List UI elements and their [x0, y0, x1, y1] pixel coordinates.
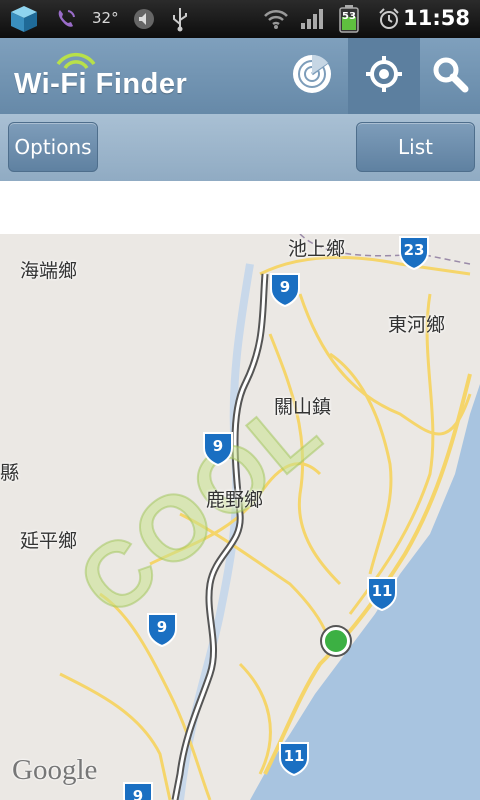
- status-bar: 32° 53 11:58: [0, 0, 480, 38]
- signal-icon: [298, 6, 326, 32]
- place-haiduan: 海端鄉: [20, 260, 78, 282]
- clock: 11:58: [403, 6, 470, 30]
- options-button[interactable]: Options: [8, 122, 98, 172]
- route-shield-11: 11: [276, 740, 312, 776]
- battery-level: 53: [342, 11, 356, 22]
- search-button[interactable]: [420, 38, 480, 114]
- place-yanping: 延平鄉: [20, 530, 78, 552]
- volume-icon: [130, 6, 158, 32]
- route-label: 9: [156, 618, 168, 636]
- place-guanshan: 關山鎮: [274, 396, 332, 418]
- route-shield-9: 9: [267, 271, 303, 307]
- app-title: Wi-Fi Finder: [14, 68, 188, 100]
- search-icon: [431, 55, 469, 97]
- route-shield-23: 23: [396, 234, 432, 270]
- place-chishang: 池上鄉: [288, 238, 346, 260]
- viber-phone-icon: [52, 6, 80, 32]
- place-donghe: 東河鄉: [388, 314, 446, 336]
- radar-icon: [291, 53, 333, 99]
- map-top-strip: [0, 181, 480, 234]
- route-label: 9: [132, 787, 144, 800]
- route-label: 11: [371, 582, 393, 600]
- place-xian: 縣: [0, 462, 20, 484]
- usb-icon: [168, 6, 192, 32]
- wifi-icon: [262, 6, 290, 32]
- google-attribution: Google: [12, 754, 98, 786]
- route-shield-9: 9: [144, 611, 180, 647]
- alarm-icon: [375, 6, 403, 32]
- list-button[interactable]: List: [356, 122, 475, 172]
- route-label: 9: [279, 278, 291, 296]
- map-view[interactable]: COOL 池上鄉 海端鄉 東河鄉 關山鎮 縣 鹿野鄉 延平鄉 9 9 9 9 2…: [0, 234, 480, 800]
- app-header: Wi-Fi Finder: [0, 38, 480, 114]
- locate-button[interactable]: [348, 38, 420, 114]
- hotspot-marker[interactable]: [322, 627, 350, 655]
- toolbar: Options List: [0, 114, 480, 181]
- route-label: 9: [212, 437, 224, 455]
- app-cube-icon: [4, 6, 44, 32]
- route-shield-11: 11: [364, 575, 400, 611]
- route-shield-9: 9: [200, 430, 236, 466]
- locate-icon: [364, 54, 404, 98]
- temperature-text: 32°: [92, 9, 119, 27]
- route-label: 23: [403, 241, 425, 259]
- route-shield-9: 9: [120, 780, 156, 800]
- place-luye: 鹿野鄉: [206, 489, 264, 511]
- route-label: 11: [283, 747, 305, 765]
- radar-button[interactable]: [276, 38, 348, 114]
